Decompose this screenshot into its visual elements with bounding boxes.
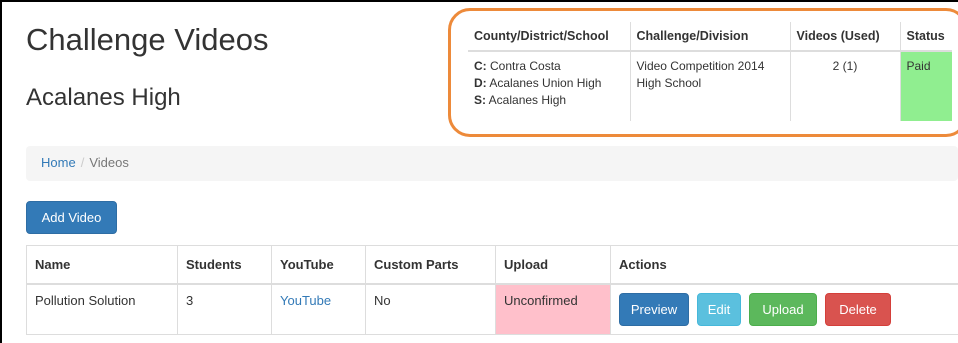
cell-custom-parts: No xyxy=(365,283,496,335)
breadcrumb: Home / Videos xyxy=(26,146,958,181)
col-header-students: Students xyxy=(177,245,272,285)
school-label: S: xyxy=(474,93,486,107)
info-cell-challenge: Video Competition 2014 High School xyxy=(629,51,790,121)
county-label: C: xyxy=(474,59,487,73)
cell-video-name: Pollution Solution xyxy=(26,283,178,335)
info-row: C: Contra Costa D: Acalanes Union High S… xyxy=(468,51,952,121)
col-header-upload: Upload xyxy=(495,245,611,285)
district-label: D: xyxy=(474,76,487,90)
youtube-link[interactable]: YouTube xyxy=(280,293,331,308)
table-row: Pollution Solution 3 YouTube No Unconfir… xyxy=(26,283,958,335)
school-value: Acalanes High xyxy=(488,93,567,107)
breadcrumb-separator: / xyxy=(80,155,85,170)
col-header-custom-parts: Custom Parts xyxy=(365,245,496,285)
cell-students: 3 xyxy=(177,283,272,335)
cell-youtube: YouTube xyxy=(271,283,366,335)
page-title: Challenge Videos xyxy=(26,22,269,57)
info-header-row: County/District/School Challenge/Divisio… xyxy=(468,22,952,52)
info-header-status: Status xyxy=(899,22,952,52)
challenge-name: Video Competition 2014 xyxy=(636,59,765,73)
preview-button[interactable]: Preview xyxy=(619,292,689,326)
status-badge: Paid xyxy=(899,51,952,121)
info-cell-videos-used: 2 (1) xyxy=(789,51,900,121)
delete-button[interactable]: Delete xyxy=(825,292,891,326)
cell-actions: Preview Edit Upload Delete xyxy=(610,283,958,335)
breadcrumb-current: Videos xyxy=(89,155,129,170)
cell-upload-status: Unconfirmed xyxy=(495,283,611,335)
info-table: County/District/School Challenge/Divisio… xyxy=(468,22,952,121)
division-name: High School xyxy=(636,76,702,90)
upload-button[interactable]: Upload xyxy=(749,292,817,326)
videos-table: Name Students YouTube Custom Parts Uploa… xyxy=(26,245,958,335)
district-line: D: Acalanes Union High xyxy=(474,75,624,92)
col-header-name: Name xyxy=(26,245,178,285)
school-line: S: Acalanes High xyxy=(474,92,624,109)
district-value: Acalanes Union High xyxy=(489,76,602,90)
breadcrumb-home-link[interactable]: Home xyxy=(41,155,76,170)
info-cell-location: C: Contra Costa D: Acalanes Union High S… xyxy=(468,51,630,121)
col-header-youtube: YouTube xyxy=(271,245,366,285)
county-line: C: Contra Costa xyxy=(474,58,624,75)
info-header-videos-used: Videos (Used) xyxy=(789,22,900,52)
videos-header-row: Name Students YouTube Custom Parts Uploa… xyxy=(26,245,958,285)
info-header-challenge-division: Challenge/Division xyxy=(629,22,790,52)
add-video-button[interactable]: Add Video xyxy=(26,201,117,234)
col-header-actions: Actions xyxy=(610,245,958,285)
county-value: Contra Costa xyxy=(490,59,561,73)
school-title: Acalanes High xyxy=(26,84,181,111)
edit-button[interactable]: Edit xyxy=(697,292,741,326)
info-header-county-district-school: County/District/School xyxy=(468,22,630,52)
